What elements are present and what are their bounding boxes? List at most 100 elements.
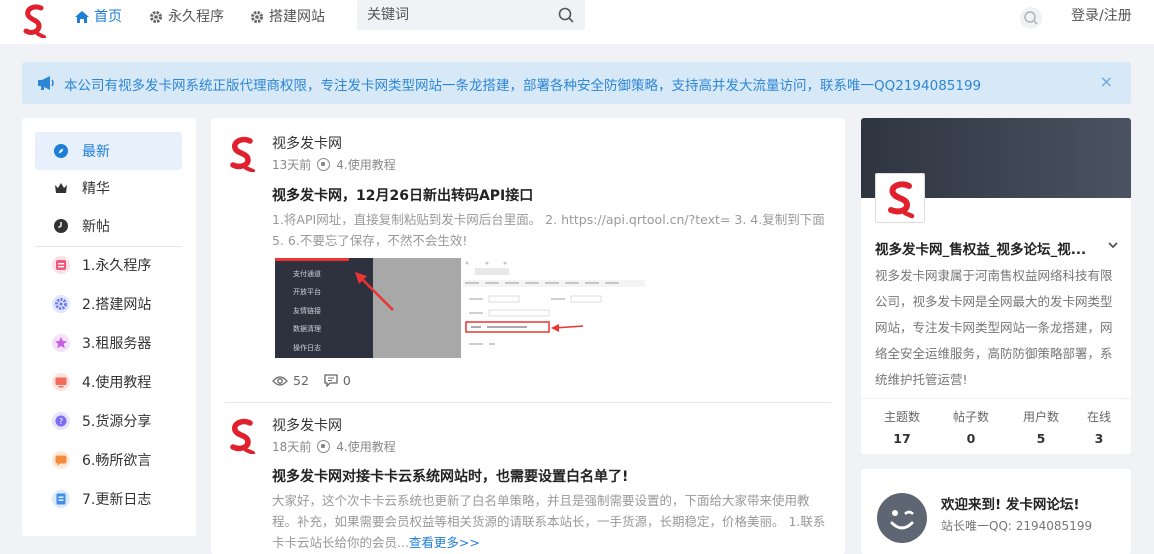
search-icon [1024, 11, 1038, 25]
sidebar-item-label: 2.搭建网站 [82, 297, 152, 313]
sidebar-item-label: 7.更新日志 [82, 492, 152, 508]
profile-description: 视多发卡网隶属于河南售权益网络科技有限公司，视多发卡网是全网最大的发卡网类型网站… [875, 268, 1113, 387]
post-author[interactable]: 视多发卡网 [272, 415, 342, 435]
post-title[interactable]: 视多发卡网，12月26日新出转码API接口 [272, 185, 533, 205]
profile-name[interactable]: 视多发卡网_售权益_视多论坛_视... [875, 238, 1086, 258]
stat-value: 5 [1036, 431, 1046, 446]
document-icon [52, 490, 70, 508]
post-excerpt: 1.将API网址，直接复制粘贴到发卡网后台里面。 2. https://api.… [272, 212, 825, 248]
category-sidebar: 最新 精华 新帖 1.永久程序 2.搭建网站 3.租服务器 4.使用教程 ? 5… [22, 118, 196, 536]
profile-avatar[interactable] [875, 173, 925, 223]
author-avatar[interactable] [229, 418, 255, 454]
stat-posts: 帖子数 0 [941, 408, 1001, 446]
sidebar-item-label: 5.货源分享 [82, 414, 152, 430]
comment-count: 0 [342, 373, 351, 388]
profile-divider [861, 398, 1131, 399]
stat-label: 帖子数 [952, 410, 989, 424]
category-icon [317, 440, 331, 453]
chevron-down-icon[interactable] [1107, 239, 1119, 251]
stat-label: 用户数 [1022, 410, 1059, 424]
nav-home-label: 首页 [94, 9, 122, 25]
calendar-icon [52, 256, 70, 274]
sidebar-item-chat[interactable]: 6.畅所欲言 [35, 441, 182, 479]
monitor-icon [52, 373, 70, 391]
thumb-menu-item: 支付通道 [293, 270, 321, 278]
login-register-link[interactable]: 登录/注册 [1071, 5, 1132, 25]
post-feed: 视多发卡网 13天前 4.使用教程 视多发卡网，12月26日新出转码API接口 … [211, 118, 845, 554]
sidebar-item-label: 4.使用教程 [82, 375, 152, 391]
chat-icon [52, 451, 70, 469]
view-count: 52 [293, 373, 309, 388]
stat-topics: 主题数 17 [872, 408, 932, 446]
sidebar-item-label: 新帖 [82, 219, 110, 235]
welcome-card: 欢迎来到! 发卡网论坛! 站长唯一QQ: 2194085199 [861, 469, 1131, 554]
author-avatar[interactable] [229, 136, 255, 172]
post-excerpt: 大家好，这个次卡卡云系统也更新了白名单策略，并且是强制需要设置的，下面给大家带来… [272, 490, 832, 553]
post-divider [225, 402, 831, 403]
sidebar-item-label: 1.永久程序 [82, 258, 152, 274]
post-meta: 18天前 4.使用教程 [272, 438, 396, 455]
site-profile-card: 视多发卡网_售权益_视多论坛_视... 视多发卡网隶属于河南售权益网络科技有限公… [861, 118, 1131, 454]
gear-icon [52, 295, 70, 313]
post-title[interactable]: 视多发卡网对接卡卡云系统网站时，也需要设置白名单了! [272, 466, 628, 486]
nav-build-site-label: 搭建网站 [269, 9, 325, 25]
thumb-menu-item: 数据清理 [293, 325, 321, 333]
star-icon [52, 334, 70, 352]
clock-icon [52, 217, 70, 235]
close-icon[interactable]: × [1100, 72, 1113, 91]
menu-highlight [275, 258, 349, 261]
comment-icon [324, 374, 338, 387]
nav-home[interactable]: 首页 [74, 0, 122, 34]
sidebar-item-build-site[interactable]: 2.搭建网站 [35, 285, 182, 323]
red-arrow [355, 272, 394, 311]
read-more-link[interactable]: 查看更多>> [409, 535, 480, 550]
post-category[interactable]: 4.使用教程 [336, 156, 395, 173]
avatar[interactable] [877, 493, 927, 543]
sidebar-item-new-posts[interactable]: 新帖 [35, 207, 182, 245]
search-input[interactable] [357, 0, 547, 30]
site-logo[interactable] [22, 4, 46, 38]
welcome-subtitle: 站长唯一QQ: 2194085199 [941, 519, 1093, 533]
question-icon: ? [52, 412, 70, 430]
stat-label: 主题数 [883, 410, 920, 424]
category-icon [317, 158, 331, 171]
sidebar-item-latest[interactable]: 最新 [35, 132, 182, 170]
sidebar-item-label: 6.畅所欲言 [82, 453, 152, 469]
announcement-text: 本公司有视多发卡网系统正版代理商权限，专注发卡网类型网站一条龙搭建，部署各种安全… [64, 78, 982, 94]
nav-permanent-program[interactable]: 永久程序 [148, 0, 224, 34]
post-stats: 52 0 [272, 373, 351, 388]
search-toggle-button[interactable] [1020, 7, 1042, 29]
thumb-menu-item: 操作日志 [293, 344, 321, 352]
sidebar-item-permanent-program[interactable]: 1.永久程序 [35, 246, 182, 284]
nav-permanent-program-label: 永久程序 [168, 9, 224, 25]
megaphone-icon [38, 76, 54, 90]
post-author[interactable]: 视多发卡网 [272, 133, 342, 153]
sidebar-item-source-share[interactable]: ? 5.货源分享 [35, 402, 182, 440]
gear-icon [150, 11, 162, 23]
svg-text:?: ? [59, 417, 63, 426]
compass-icon [52, 142, 70, 160]
home-icon [75, 11, 89, 23]
nav-build-site[interactable]: 搭建网站 [249, 0, 325, 34]
wink-face-icon [890, 510, 914, 530]
post-thumbnail-admin-menu[interactable]: 支付通道 开放平台 友情链接 数据清理 操作日志 [275, 258, 461, 358]
post-time: 13天前 [272, 158, 312, 172]
post-category[interactable]: 4.使用教程 [336, 438, 395, 455]
eye-icon [272, 375, 288, 386]
sidebar-item-changelog[interactable]: 7.更新日志 [35, 480, 182, 518]
search-icon[interactable] [557, 6, 575, 24]
stat-value: 3 [1094, 431, 1104, 446]
site-logo [888, 181, 915, 219]
crown-icon [52, 179, 70, 197]
stat-value: 0 [966, 431, 976, 446]
post-meta: 13天前 4.使用教程 [272, 156, 396, 173]
post-thumbnail-settings[interactable] [461, 258, 645, 358]
search-box [357, 0, 585, 30]
sidebar-item-label: 精华 [82, 181, 110, 197]
thumb-menu-item: 友情链接 [293, 307, 321, 315]
sidebar-item-tutorial[interactable]: 4.使用教程 [35, 363, 182, 401]
sidebar-item-rent-server[interactable]: 3.租服务器 [35, 324, 182, 362]
post-time: 18天前 [272, 440, 312, 454]
sidebar-item-featured[interactable]: 精华 [35, 169, 182, 207]
sidebar-item-label: 最新 [82, 144, 110, 160]
